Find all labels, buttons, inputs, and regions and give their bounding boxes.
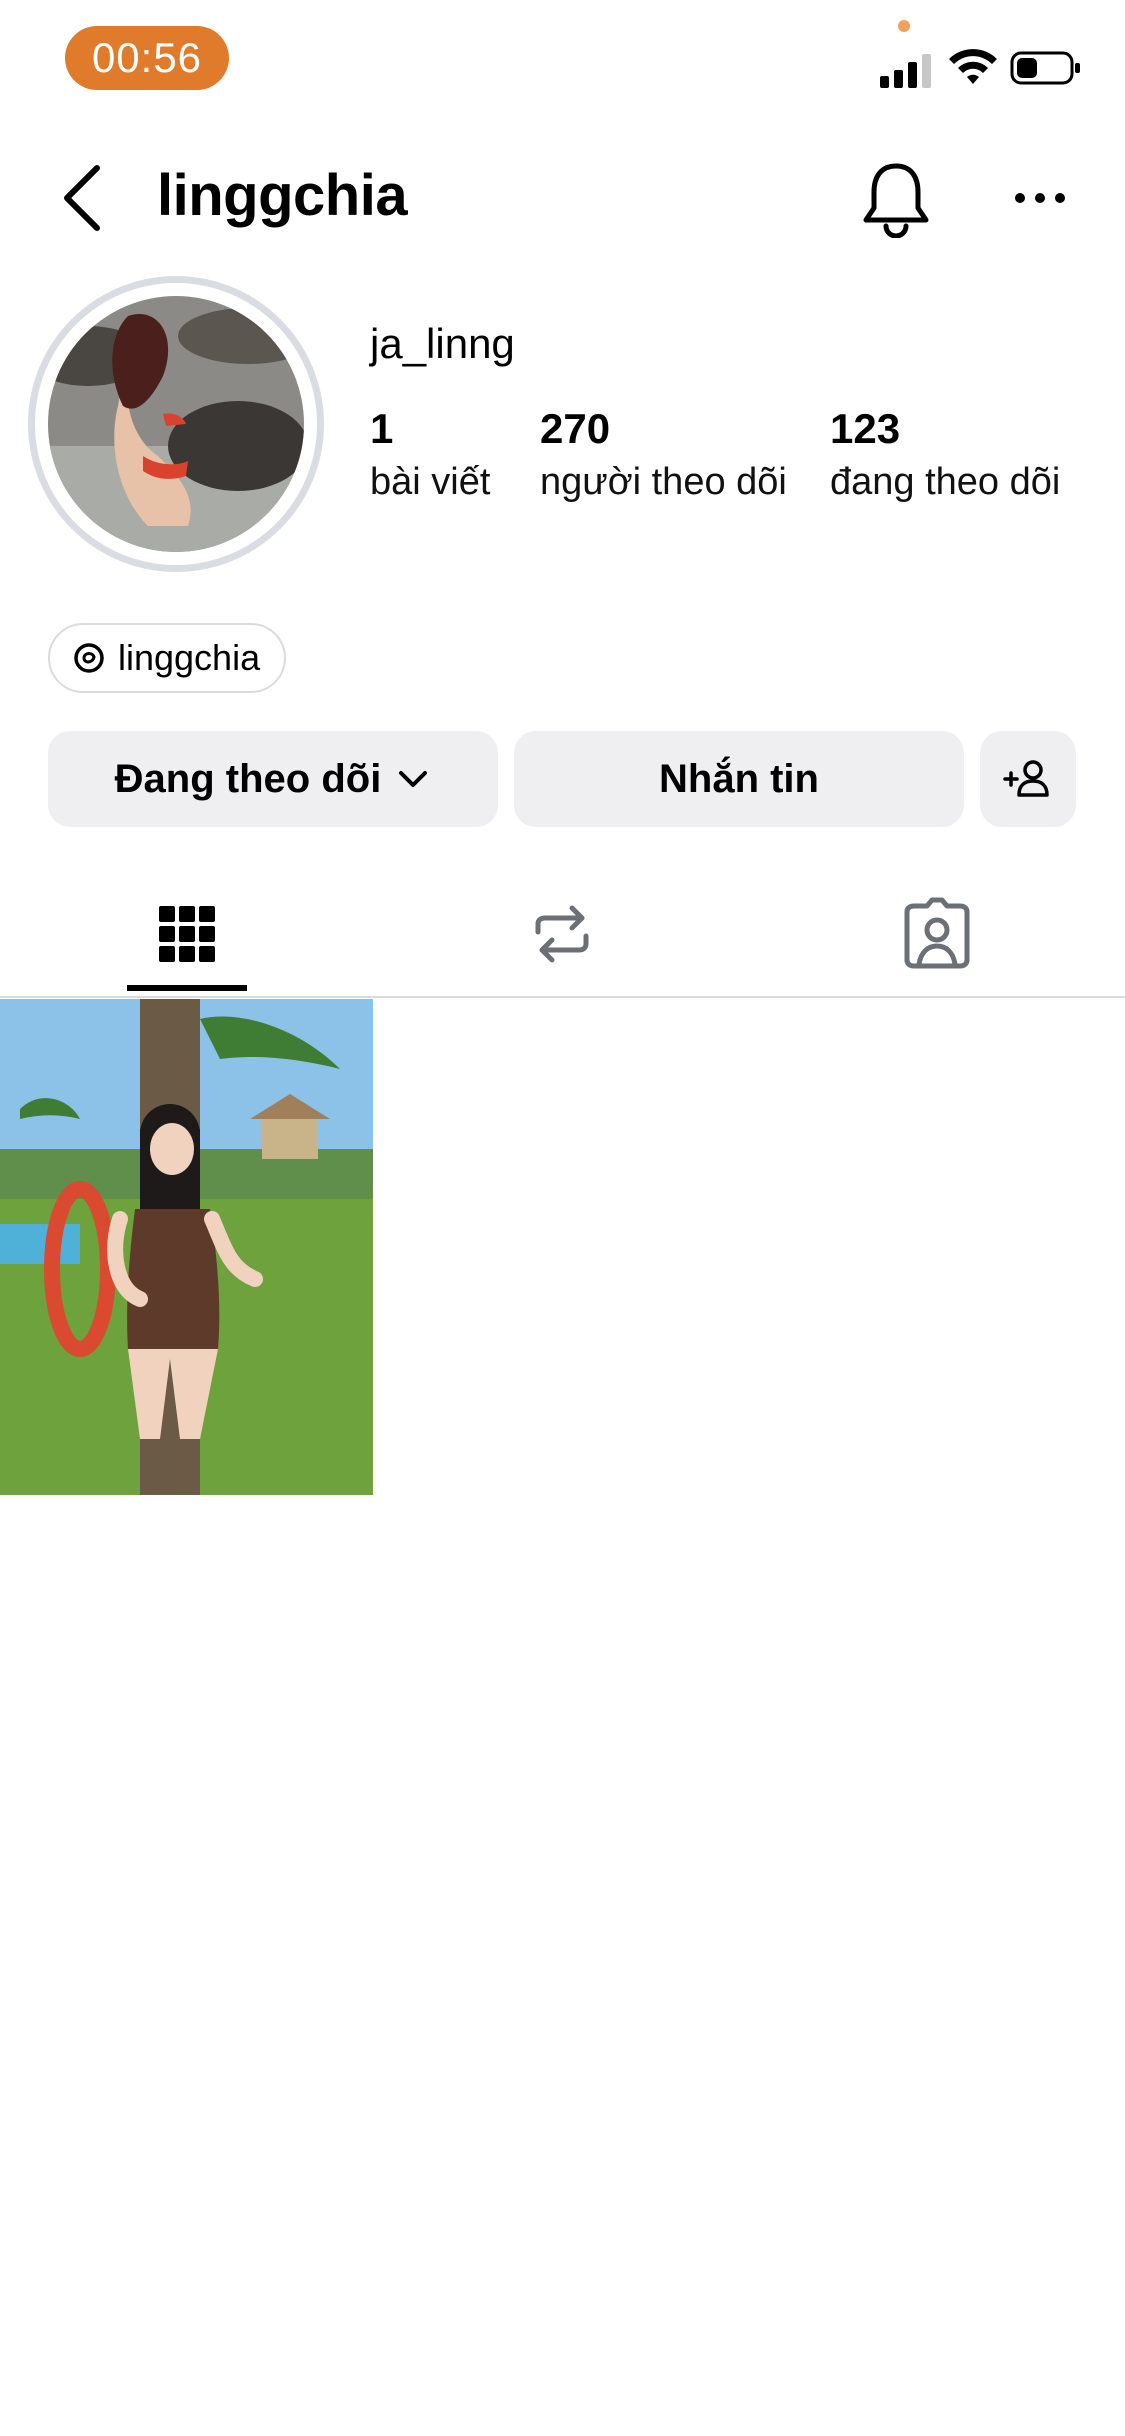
threads-handle: linggchia [118, 637, 261, 678]
stat-followers[interactable]: 270 người theo dõi [540, 405, 787, 504]
tab-reposts[interactable] [522, 894, 602, 974]
bell-icon[interactable] [858, 158, 934, 238]
tagged-icon [904, 897, 970, 969]
signal-icon [880, 52, 936, 88]
add-user-button[interactable] [980, 731, 1076, 827]
stat-followers-label: người theo dõi [540, 461, 787, 503]
stat-posts[interactable]: 1 bài viết [370, 405, 490, 504]
post-thumbnail[interactable] [0, 999, 373, 1495]
profile-title: linggchia [157, 163, 408, 228]
threads-link[interactable]: linggchia [48, 623, 287, 693]
grid-icon [159, 906, 215, 962]
back-arrow-icon[interactable] [55, 160, 115, 236]
wifi-icon [949, 49, 997, 84]
following-button[interactable]: Đang theo dõi [48, 731, 498, 827]
battery-icon [1010, 51, 1080, 85]
chevron-down-icon [399, 771, 428, 787]
stat-followers-count: 270 [540, 405, 611, 452]
more-icon[interactable] [1010, 176, 1070, 220]
stat-following-label: đang theo dõi [830, 461, 1061, 503]
tab-active-indicator [127, 985, 247, 991]
repost-icon [535, 905, 589, 963]
stat-posts-count: 1 [370, 405, 394, 452]
stat-posts-label: bài viết [370, 461, 491, 503]
avatar-photo [48, 296, 304, 552]
display-name: ja_linng [370, 320, 515, 367]
tab-tagged[interactable] [897, 894, 977, 974]
stat-following-count: 123 [830, 405, 901, 452]
stat-following[interactable]: 123 đang theo dõi [830, 405, 1060, 504]
following-label: Đang theo dõi [114, 756, 382, 801]
post-photo [0, 999, 373, 1495]
threads-icon [74, 643, 104, 673]
message-button[interactable]: Nhắn tin [514, 731, 964, 827]
add-user-icon [1003, 760, 1049, 797]
privacy-indicator [898, 20, 910, 32]
avatar[interactable] [28, 276, 324, 572]
status-time: 00:56 [65, 26, 229, 90]
tab-posts[interactable] [147, 894, 227, 974]
profile-tabs [0, 870, 1125, 998]
